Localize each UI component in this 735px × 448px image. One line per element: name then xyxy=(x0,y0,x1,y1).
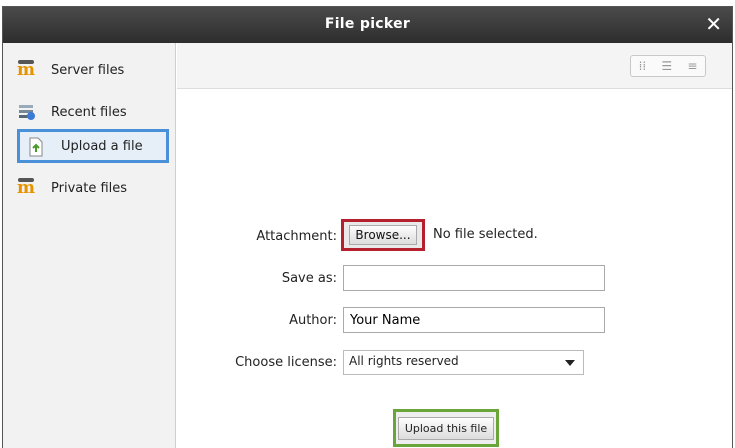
view-mode-buttons: ⁞⁞ ☰ ≡ xyxy=(630,55,706,77)
upload-button-label: Upload this file xyxy=(397,416,495,440)
save-as-label: Save as: xyxy=(281,271,337,286)
tree-view-icon[interactable]: ≡ xyxy=(687,59,697,73)
sidebar-item-recent-files[interactable]: Recent files xyxy=(17,95,127,129)
no-file-text: No file selected. xyxy=(433,227,538,242)
license-select[interactable]: All rights reserved xyxy=(343,350,584,375)
close-icon[interactable]: ✕ xyxy=(705,13,722,35)
upload-icon xyxy=(27,137,49,157)
browse-button-label: Browse... xyxy=(349,225,417,245)
dialog-title: File picker xyxy=(324,16,411,32)
recent-files-icon xyxy=(17,103,39,121)
license-selected-value: All rights reserved xyxy=(349,354,459,368)
browse-button[interactable]: Browse... xyxy=(341,219,425,251)
titlebar: File picker ✕ xyxy=(3,7,732,43)
sidebar-item-label: Server files xyxy=(51,62,125,78)
sidebar: m Server files Recent files Upload a fil… xyxy=(3,43,176,448)
save-as-input[interactable] xyxy=(343,265,605,291)
sidebar-item-server-files[interactable]: m Server files xyxy=(17,53,124,87)
moodle-icon: m xyxy=(17,178,39,197)
moodle-icon: m xyxy=(17,60,39,79)
author-label: Author: xyxy=(289,313,337,328)
list-view-icon[interactable]: ☰ xyxy=(661,59,672,73)
upload-this-file-button[interactable]: Upload this file xyxy=(393,409,499,447)
grid-view-icon[interactable]: ⁞⁞ xyxy=(639,59,647,73)
author-input[interactable] xyxy=(343,307,605,333)
chevron-down-icon xyxy=(565,360,575,366)
sidebar-item-label: Recent files xyxy=(51,104,127,120)
sidebar-item-upload-a-file[interactable]: Upload a file xyxy=(17,129,169,163)
sidebar-item-label: Private files xyxy=(51,180,128,196)
file-picker-dialog: File picker ✕ m Server files Recent file… xyxy=(2,6,733,448)
sidebar-item-label: Upload a file xyxy=(61,138,143,154)
attachment-label: Attachment: xyxy=(256,229,337,244)
sidebar-item-private-files[interactable]: m Private files xyxy=(17,171,127,205)
license-label: Choose license: xyxy=(235,355,337,370)
toolbar: ⁞⁞ ☰ ≡ xyxy=(177,43,732,89)
upload-form: Attachment: Browse... No file selected. … xyxy=(177,89,732,448)
